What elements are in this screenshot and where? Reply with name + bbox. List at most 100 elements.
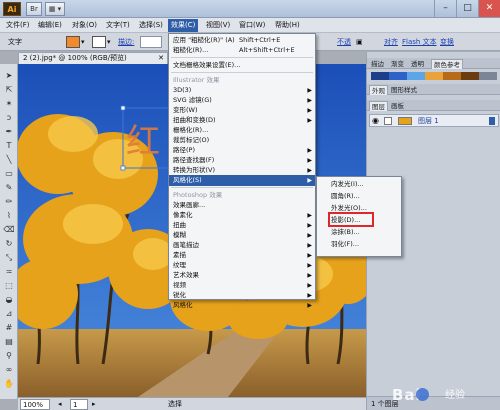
opacity-link[interactable]: 不透: [337, 36, 351, 48]
menu-item-label: 扭曲和变换(D): [173, 116, 216, 124]
blend-tool-icon[interactable]: ∞: [2, 364, 16, 375]
menu-item-label: 风格化(S): [173, 176, 202, 184]
tab-layers[interactable]: 图层: [369, 101, 388, 111]
transform-link[interactable]: 变换: [440, 36, 454, 48]
menu-view[interactable]: 视图(V): [203, 19, 233, 32]
type-tool-icon[interactable]: T: [2, 140, 16, 151]
style-icon[interactable]: ▣: [356, 36, 363, 48]
eye-icon[interactable]: ◉: [372, 116, 379, 125]
menu-select[interactable]: 选择(S): [136, 19, 166, 32]
shape-builder-tool-icon[interactable]: ◒: [2, 294, 16, 305]
menu-item-label: 转换为形状(V): [173, 166, 216, 174]
menu-edit[interactable]: 编辑(E): [35, 19, 65, 32]
document-tab[interactable]: 2 (2).jpg* @ 100% (RGB/预览) ✕: [18, 52, 168, 64]
page-number-input[interactable]: 1: [70, 399, 88, 410]
menu-item-label: 画笔描边: [173, 241, 199, 249]
effect-menu-item[interactable]: 风格化 ▶: [169, 300, 315, 311]
tab-transparency[interactable]: 透明: [409, 59, 426, 69]
menu-item-label: 效果画廊...: [173, 201, 206, 209]
menu-bar: 文件(F) 编辑(E) 对象(O) 文字(T) 选择(S) 效果(C) 视图(V…: [0, 18, 500, 33]
effect-menu-item[interactable]: 风格化(S) ▶: [169, 175, 315, 186]
color-panel-tabs: 描边 渐变 透明 颜色参考: [367, 58, 500, 69]
mesh-tool-icon[interactable]: #: [2, 322, 16, 333]
rotate-tool-icon[interactable]: ↻: [2, 238, 16, 249]
appearance-panel-tabs: 外观 图形样式: [367, 84, 500, 95]
prev-page-icon[interactable]: ◂: [58, 399, 62, 410]
menu-type[interactable]: 文字(T): [103, 19, 133, 32]
magic-wand-tool-icon[interactable]: ✶: [2, 98, 16, 109]
arrange-documents-button[interactable]: ▦ ▾: [45, 2, 65, 16]
gradient-tool-icon[interactable]: ▤: [2, 336, 16, 347]
stylize-menu-item[interactable]: 涂抹(B)...: [317, 227, 401, 238]
stylize-menu-item[interactable]: 圆角(R)...: [317, 191, 401, 202]
stylize-menu-item[interactable]: 羽化(F)...: [317, 239, 401, 250]
layer-row[interactable]: ◉ 图层 1: [369, 114, 499, 127]
next-page-icon[interactable]: ▸: [92, 399, 96, 410]
bridge-button[interactable]: Br: [26, 2, 42, 16]
menu-effect[interactable]: 效果(C): [168, 19, 199, 32]
selection-tool-icon[interactable]: ➤: [2, 70, 16, 81]
eyedropper-tool-icon[interactable]: ⚲: [2, 350, 16, 361]
tab-gradient[interactable]: 渐变: [389, 59, 406, 69]
align-link[interactable]: 对齐: [384, 36, 398, 48]
menu-item-label: 裁剪标记(O): [173, 136, 210, 144]
zoom-select[interactable]: 100%: [20, 399, 50, 410]
menu-item-label: 视频: [173, 281, 186, 289]
perspective-grid-tool-icon[interactable]: ⊿: [2, 308, 16, 319]
close-tab-icon[interactable]: ✕: [158, 53, 164, 64]
stroke-dropdown-icon[interactable]: ▾: [107, 36, 111, 48]
layer-target-indicator[interactable]: [489, 117, 495, 125]
tab-artboards[interactable]: 画板: [389, 101, 406, 111]
paintbrush-tool-icon[interactable]: ✎: [2, 182, 16, 193]
pen-tool-icon[interactable]: ✒: [2, 126, 16, 137]
color-guide-swatches[interactable]: [371, 72, 497, 80]
status-bar: 100% ◂ 1 ▸ 选择: [18, 397, 366, 410]
menu-help[interactable]: 帮助(H): [272, 19, 303, 32]
stroke-weight-input[interactable]: [140, 36, 162, 48]
menu-item-label: 风格化: [173, 301, 193, 309]
menu-item-label: 模糊: [173, 231, 186, 239]
menu-separator: [171, 57, 313, 58]
menu-item-label: 文档栅格效果设置(E)...: [173, 61, 241, 69]
free-transform-tool-icon[interactable]: ⬚: [2, 280, 16, 291]
scale-tool-icon[interactable]: ⤡: [2, 252, 16, 263]
stroke-swatch[interactable]: [92, 36, 106, 48]
blob-brush-tool-icon[interactable]: ⌇: [2, 210, 16, 221]
pencil-tool-icon[interactable]: ✏: [2, 196, 16, 207]
tab-color-guide[interactable]: 颜色参考: [431, 59, 463, 69]
tools-panel: ➤ ⇱ ✶ ↄ ✒ T ╲ ▭ ✎ ✏ ⌇ ⌫ ↻ ⤡ ≍ ⬚ ◒ ⊿ # ▤ …: [0, 64, 18, 399]
fill-dropdown-icon[interactable]: ▾: [81, 36, 85, 48]
line-tool-icon[interactable]: ╲: [2, 154, 16, 165]
rectangle-tool-icon[interactable]: ▭: [2, 168, 16, 179]
tab-appearance[interactable]: 外观: [369, 85, 388, 95]
lock-toggle[interactable]: [384, 117, 392, 125]
menu-object[interactable]: 对象(O): [69, 19, 100, 32]
lasso-tool-icon[interactable]: ↄ: [2, 112, 16, 123]
effect-menu: 应用 "粗糙化(R)" (A) Shift+Ctrl+E 粗糙化(R)... Alt+…: [168, 33, 316, 309]
tab-graphic-styles[interactable]: 图形样式: [389, 85, 419, 95]
tab-stroke[interactable]: 描边: [369, 59, 386, 69]
fill-swatch[interactable]: [66, 36, 80, 48]
eraser-tool-icon[interactable]: ⌫: [2, 224, 16, 235]
menu-item-label: 路径(P): [173, 146, 195, 154]
highlight-box: [328, 212, 374, 227]
hand-tool-icon[interactable]: ✋: [2, 378, 16, 389]
layer-name[interactable]: 图层 1: [418, 116, 439, 126]
flash-text-link[interactable]: Flash 文本: [402, 36, 437, 48]
maximize-button[interactable]: □: [456, 0, 478, 17]
stylize-menu-item[interactable]: 内发光(I)...: [317, 179, 401, 190]
stroke-label[interactable]: 描边:: [118, 36, 134, 48]
effect-menu-item[interactable]: 粗糙化(R)... Alt+Shift+Ctrl+E: [169, 45, 315, 56]
menu-item-label: 变形(W): [173, 106, 198, 114]
menu-file[interactable]: 文件(F): [3, 19, 33, 32]
width-tool-icon[interactable]: ≍: [2, 266, 16, 277]
minimize-button[interactable]: –: [434, 0, 456, 17]
layers-panel-tabs: 图层 画板: [367, 100, 500, 111]
close-button[interactable]: ✕: [478, 0, 500, 17]
effect-menu-item[interactable]: 文档栅格效果设置(E)...: [169, 60, 315, 71]
document-tab-label: 2 (2).jpg* @ 100% (RGB/预览): [23, 54, 127, 62]
menu-window[interactable]: 窗口(W): [236, 19, 268, 32]
menu-item-label: 像素化: [173, 211, 193, 219]
direct-selection-tool-icon[interactable]: ⇱: [2, 84, 16, 95]
menu-item-label: 应用 "粗糙化(R)" (A): [173, 36, 235, 44]
